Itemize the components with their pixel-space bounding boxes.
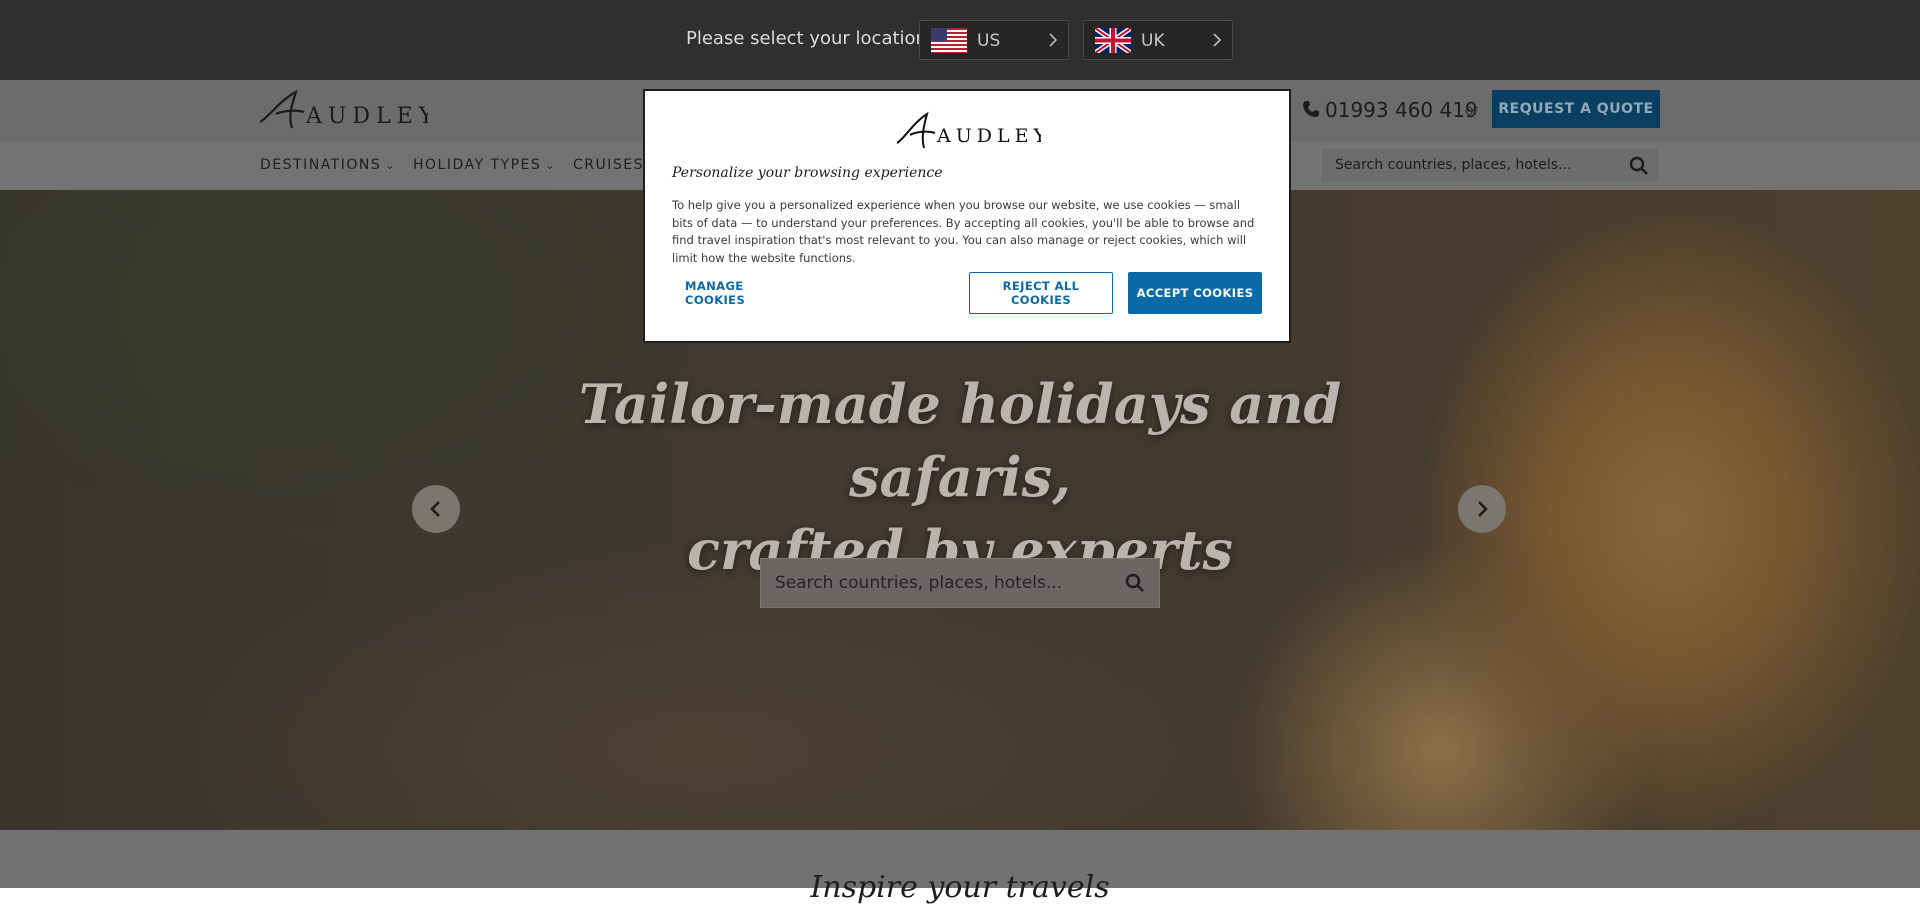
- manage-cookies-button[interactable]: MANAGE COOKIES: [672, 272, 806, 314]
- or-text: or: [1465, 102, 1479, 119]
- chevron-down-icon: ⌄: [545, 159, 556, 172]
- nav-cruises-label: CRUISES: [573, 157, 644, 173]
- chevron-down-icon: ⌄: [385, 159, 396, 172]
- audley-logo[interactable]: AUDLEY: [258, 88, 428, 132]
- location-us-button[interactable]: US: [919, 20, 1069, 60]
- carousel-next-button[interactable]: [1458, 485, 1506, 533]
- cookie-consent-dialog: AUDLEY Personalize your browsing experie…: [643, 89, 1291, 343]
- cookie-description: To help give you a personalized experien…: [672, 198, 1255, 265]
- uk-flag-icon: [1095, 28, 1131, 53]
- audley-logo: AUDLEY: [896, 111, 1041, 149]
- location-us-label: US: [977, 31, 1001, 51]
- carousel-prev-button[interactable]: [412, 485, 460, 533]
- location-uk-button[interactable]: UK: [1083, 20, 1233, 60]
- phone-icon: [1303, 101, 1319, 117]
- accept-cookies-button[interactable]: ACCEPT COOKIES: [1128, 272, 1262, 314]
- modal-logo-text: AUDLEY: [936, 125, 1041, 147]
- header-search-input[interactable]: [1321, 148, 1611, 182]
- location-uk-label: UK: [1141, 31, 1165, 51]
- chevron-left-icon: [430, 501, 440, 517]
- reject-all-cookies-button[interactable]: REJECT ALL COOKIES: [969, 272, 1113, 314]
- us-flag-icon: [931, 28, 967, 53]
- search-icon[interactable]: [1125, 573, 1145, 593]
- request-quote-button[interactable]: REQUEST A QUOTE: [1492, 90, 1660, 128]
- nav-destinations-label: DESTINATIONS: [260, 157, 382, 173]
- chevron-right-icon: [1049, 33, 1058, 47]
- hero-search-input[interactable]: [761, 559, 1101, 607]
- location-bar: Please select your location: US UK: [0, 0, 1920, 80]
- nav-holiday-types-label: HOLIDAY TYPES: [413, 157, 542, 173]
- phone-number[interactable]: 01993 460 419: [1325, 98, 1478, 122]
- search-icon[interactable]: [1629, 156, 1649, 176]
- hero-title-line1: Tailor-made holidays and safaris,: [578, 372, 1342, 509]
- location-prompt: Please select your location:: [686, 28, 934, 49]
- hero-search: [760, 558, 1160, 608]
- nav-cruises[interactable]: CRUISES: [573, 157, 644, 173]
- hero-title: Tailor-made holidays and safaris, crafte…: [460, 368, 1460, 587]
- chevron-right-icon: [1213, 33, 1222, 47]
- nav-holiday-types[interactable]: HOLIDAY TYPES ⌄: [413, 157, 556, 173]
- logo-text: AUDLEY: [305, 104, 428, 129]
- inspire-section: Inspire your travels: [0, 830, 1920, 905]
- header-search: [1320, 147, 1660, 183]
- chevron-right-icon: [1478, 501, 1488, 517]
- nav-destinations[interactable]: DESTINATIONS ⌄: [260, 157, 396, 173]
- cookie-title: Personalize your browsing experience: [672, 165, 943, 181]
